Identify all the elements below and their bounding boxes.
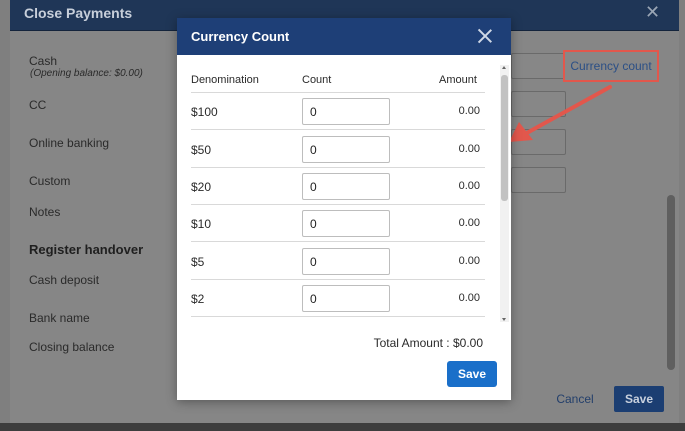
total-amount: Total Amount : $0.00 <box>373 336 483 350</box>
dialog-title: Currency Count <box>191 29 290 44</box>
count-input[interactable] <box>302 248 390 275</box>
notes-label: Notes <box>29 205 61 219</box>
count-input[interactable] <box>302 136 390 163</box>
amount-cell: 0.00 <box>458 255 480 267</box>
table-row: $2 0.00 <box>191 280 485 317</box>
count-input[interactable] <box>302 210 390 237</box>
cc-label: CC <box>29 98 47 112</box>
page-title: Close Payments <box>24 5 133 21</box>
count-input[interactable] <box>302 98 390 125</box>
custom-input[interactable] <box>511 167 566 193</box>
count-input[interactable] <box>302 173 390 200</box>
close-icon[interactable] <box>477 28 493 44</box>
amount-cell: 0.00 <box>458 180 480 192</box>
currency-count-dialog: Currency Count Denomination Count Amount… <box>177 18 511 400</box>
scroll-up-icon[interactable] <box>502 66 506 69</box>
cash-label: Cash <box>29 54 58 68</box>
register-handover-heading: Register handover <box>29 242 144 257</box>
denomination-cell: $5 <box>191 255 205 269</box>
opening-balance-label: (Opening balance: $0.00) <box>30 68 143 79</box>
amount-cell: 0.00 <box>458 143 480 155</box>
amount-cell: 0.00 <box>458 217 480 229</box>
table-row: $100 0.00 <box>191 93 485 130</box>
denomination-cell: $2 <box>191 292 205 306</box>
currency-count-link[interactable]: Currency count <box>563 50 659 82</box>
dialog-header: Currency Count <box>177 18 511 55</box>
table-scrollbar[interactable] <box>500 65 509 322</box>
denomination-table: Denomination Count Amount $100 0.00 $50 … <box>177 55 511 337</box>
table-row: $50 0.00 <box>191 131 485 168</box>
cancel-button[interactable]: Cancel <box>546 386 604 412</box>
table-row: $20 0.00 <box>191 168 485 205</box>
dialog-save-button[interactable]: Save <box>447 361 497 387</box>
count-header: Count <box>302 74 332 86</box>
table-row: $10 0.00 <box>191 205 485 242</box>
scroll-down-icon[interactable] <box>502 318 506 321</box>
denomination-header: Denomination <box>191 74 259 86</box>
scroll-thumb[interactable] <box>501 75 508 201</box>
amount-cell: 0.00 <box>458 105 480 117</box>
background-scrollbar[interactable] <box>667 195 675 370</box>
save-button[interactable]: Save <box>614 386 664 412</box>
custom-label: Custom <box>29 174 71 188</box>
table-row: $5 0.00 <box>191 243 485 280</box>
background-bottom-bar <box>0 423 685 431</box>
denomination-cell: $20 <box>191 180 212 194</box>
amount-cell: 0.00 <box>458 292 480 304</box>
cash-deposit-label: Cash deposit <box>29 273 100 287</box>
denomination-cell: $100 <box>191 105 218 119</box>
denomination-cell: $10 <box>191 217 212 231</box>
closing-balance-label: Closing balance <box>29 340 115 354</box>
amount-header: Amount <box>439 74 477 86</box>
denomination-cell: $50 <box>191 143 212 157</box>
arrow-icon <box>509 85 612 142</box>
count-input[interactable] <box>302 285 390 312</box>
online-banking-label: Online banking <box>29 136 110 150</box>
cash-input[interactable] <box>511 53 566 79</box>
close-icon[interactable]: ✕ <box>645 3 663 21</box>
bank-name-label: Bank name <box>29 311 90 325</box>
